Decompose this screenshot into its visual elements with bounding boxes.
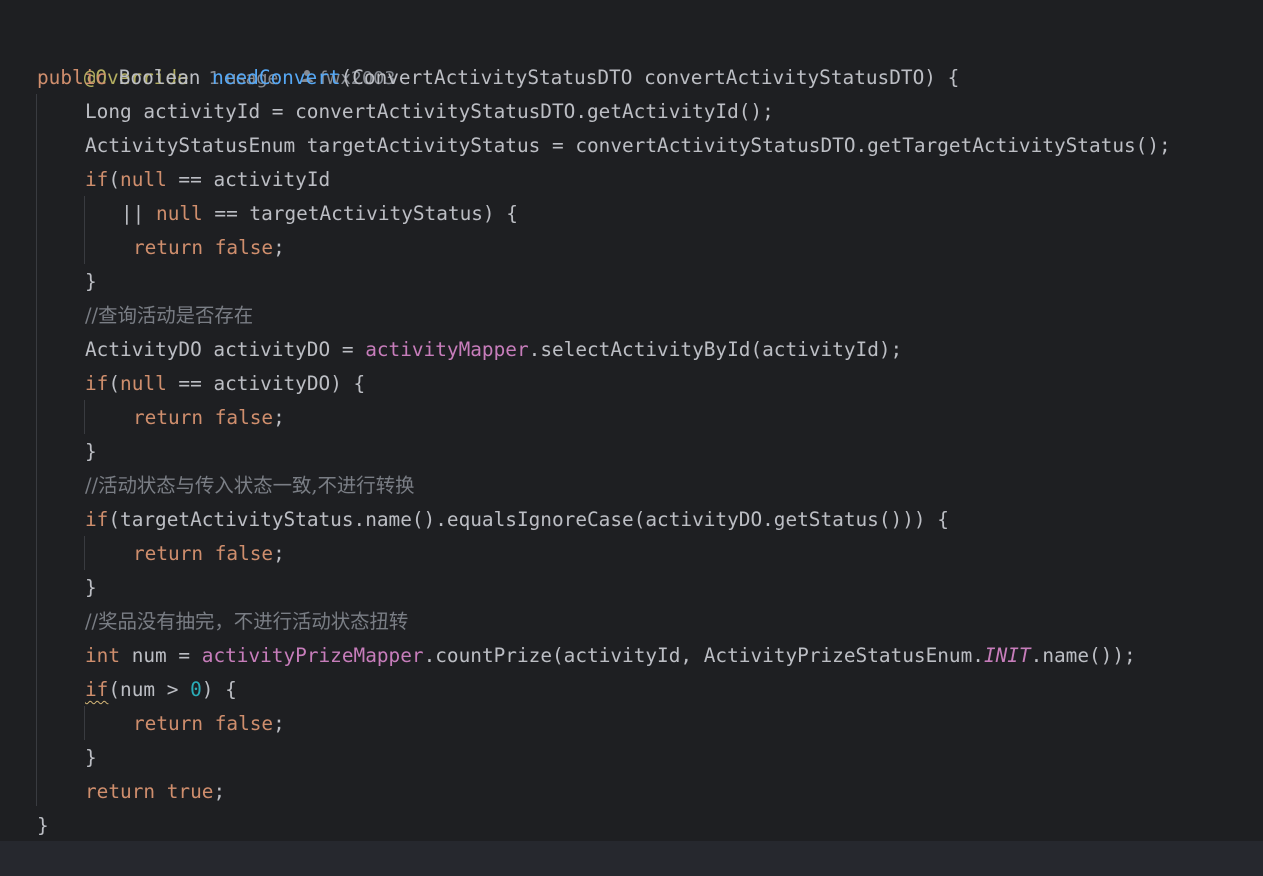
keyword-return: return: [133, 406, 204, 429]
comment: //奖品没有抽完，不进行活动状态扭转: [85, 610, 409, 633]
current-line-highlight: [0, 841, 1263, 876]
code-line: return true;: [85, 775, 225, 809]
code-line: }: [85, 265, 97, 299]
keyword-true: true: [166, 780, 214, 803]
closing-brace: }: [37, 814, 49, 837]
code-line: return false;: [133, 401, 285, 435]
expression: ) {: [201, 678, 237, 701]
indent-guide-if2: [84, 400, 85, 434]
number-literal: 0: [190, 678, 202, 701]
code-line: int num = activityPrizeMapper.countPrize…: [85, 639, 1136, 673]
code-line: }: [37, 809, 49, 843]
code-line: ActivityDO activityDO = activityMapper.s…: [85, 333, 902, 367]
statement: .countPrize(activityId, ActivityPrizeSta…: [423, 644, 984, 667]
return-type: Boolean: [107, 66, 213, 89]
closing-brace: }: [85, 576, 97, 599]
expression: == activityId: [166, 168, 331, 191]
code-line: }: [85, 741, 97, 775]
code-line: ActivityStatusEnum targetActivityStatus …: [85, 129, 1171, 163]
keyword-null: null: [156, 202, 203, 225]
enum-constant[interactable]: INIT: [984, 644, 1031, 667]
indent-guide-if1: [84, 196, 85, 264]
field-reference[interactable]: activityMapper: [365, 338, 528, 361]
code-line-annotation: @Override 1 usage fwx2003: [37, 27, 396, 89]
keyword-return: return: [133, 236, 204, 259]
semicolon: ;: [273, 712, 285, 735]
statement: .name());: [1030, 644, 1136, 667]
method-params: (ConvertActivityStatusDTO convertActivit…: [340, 66, 960, 89]
comment: //查询活动是否存在: [85, 304, 254, 327]
keyword-if-warning[interactable]: if: [85, 678, 108, 701]
statement: num =: [120, 644, 202, 667]
code-editor[interactable]: @Override 1 usage fwx2003 public Boolean n…: [0, 0, 1263, 876]
keyword-if: if: [85, 508, 109, 531]
semicolon: ;: [273, 236, 285, 259]
statement: .selectActivityById(activityId);: [528, 338, 903, 361]
paren: (: [108, 372, 121, 395]
closing-brace: }: [85, 746, 97, 769]
indent-guide-if4: [84, 706, 85, 740]
keyword-null: null: [120, 168, 167, 191]
code-line: }: [85, 571, 97, 605]
code-line: return false;: [133, 231, 285, 265]
keyword-if: if: [85, 168, 109, 191]
field-reference[interactable]: activityPrizeMapper: [202, 644, 424, 667]
keyword-false: false: [214, 542, 274, 565]
expression: == activityDO) {: [166, 372, 366, 395]
code-line: if(null == activityDO) {: [85, 367, 365, 401]
keyword-false: false: [214, 712, 274, 735]
keyword-return: return: [85, 780, 156, 803]
code-line: if(null == activityId: [85, 163, 330, 197]
code-line: return false;: [133, 707, 285, 741]
statement: ActivityDO activityDO =: [85, 338, 366, 361]
code-line: if(num > 0) {: [85, 673, 237, 707]
semicolon: ;: [273, 406, 285, 429]
keyword-false: false: [214, 236, 274, 259]
code-line-comment: //活动状态与传入状态一致,不进行转换: [85, 469, 414, 503]
semicolon: ;: [213, 780, 226, 803]
expression: == targetActivityStatus) {: [202, 202, 518, 225]
paren: (: [108, 168, 121, 191]
closing-brace: }: [85, 270, 97, 293]
code-line-signature: public Boolean needConvert(ConvertActivi…: [37, 61, 959, 95]
closing-brace: }: [85, 440, 97, 463]
statement: ActivityStatusEnum targetActivityStatus …: [85, 134, 1171, 157]
statement: Long activityId = convertActivityStatusD…: [85, 100, 774, 123]
comment: //活动状态与传入状态一致,不进行转换: [85, 474, 415, 497]
expression: (num >: [108, 678, 191, 701]
code-line: Long activityId = convertActivityStatusD…: [85, 95, 774, 129]
keyword-return: return: [133, 542, 204, 565]
code-line-comment: //奖品没有抽完，不进行活动状态扭转: [85, 605, 408, 639]
code-line-comment: //查询活动是否存在: [85, 299, 253, 333]
semicolon: ;: [273, 542, 285, 565]
code-line: return false;: [133, 537, 285, 571]
keyword-null: null: [120, 372, 167, 395]
code-line: || null == targetActivityStatus) {: [121, 197, 518, 231]
code-line: }: [85, 435, 97, 469]
expression: (targetActivityStatus.name().equalsIgnor…: [108, 508, 949, 531]
indent-guide-if3: [84, 536, 85, 570]
indent-guide-method: [36, 94, 37, 806]
keyword-int: int: [85, 644, 121, 667]
keyword-return: return: [133, 712, 204, 735]
keyword-false: false: [214, 406, 274, 429]
operator: ||: [121, 202, 157, 225]
method-name[interactable]: needConvert: [212, 66, 340, 89]
keyword-if: if: [85, 372, 109, 395]
keyword-public: public: [37, 66, 108, 89]
code-line: if(targetActivityStatus.name().equalsIgn…: [85, 503, 949, 537]
